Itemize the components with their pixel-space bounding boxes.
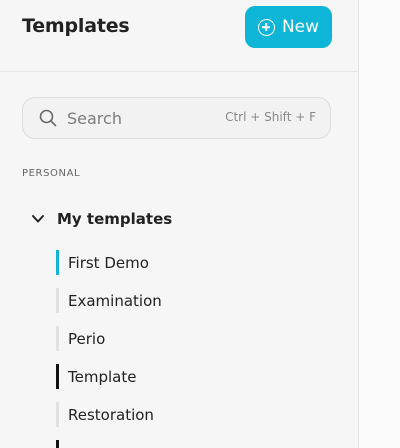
search-input[interactable] xyxy=(67,106,217,130)
item-indicator xyxy=(56,402,59,427)
plus-circle-icon xyxy=(257,18,275,36)
section-label-personal: PERSONAL xyxy=(22,168,81,179)
new-button-label: New xyxy=(281,17,320,37)
content-area xyxy=(359,0,400,448)
folder-my-templates[interactable]: My templates xyxy=(30,210,172,228)
template-item-label: Template xyxy=(68,367,137,386)
item-indicator xyxy=(56,326,59,351)
search-box[interactable]: Ctrl + Shift + F xyxy=(22,97,331,139)
template-item-label: Examination xyxy=(68,291,162,310)
sidebar-header: Templates New xyxy=(0,0,358,72)
template-item-label: Restoration xyxy=(68,405,154,424)
item-indicator xyxy=(56,288,59,313)
selection-indicator xyxy=(56,250,59,275)
template-item-template[interactable]: Template xyxy=(56,363,136,390)
item-indicator-partial xyxy=(56,440,59,448)
folder-name: My templates xyxy=(57,210,173,228)
search-shortcut-hint: Ctrl + Shift + F xyxy=(225,110,316,124)
new-template-button[interactable]: New xyxy=(245,6,332,48)
templates-sidebar: Templates New Ctrl + Shift + F PERSONAL … xyxy=(0,0,359,448)
template-item-label: First Demo xyxy=(68,253,149,272)
template-item-examination[interactable]: Examination xyxy=(56,287,162,314)
template-item-perio[interactable]: Perio xyxy=(56,325,105,352)
chevron-down-icon xyxy=(32,215,44,223)
search-icon xyxy=(39,109,57,127)
template-item-first-demo[interactable]: First Demo xyxy=(56,249,149,276)
template-item-restoration[interactable]: Restoration xyxy=(56,401,154,428)
item-indicator xyxy=(56,364,59,389)
page-title: Templates xyxy=(22,15,130,37)
template-item-label: Perio xyxy=(68,329,106,348)
